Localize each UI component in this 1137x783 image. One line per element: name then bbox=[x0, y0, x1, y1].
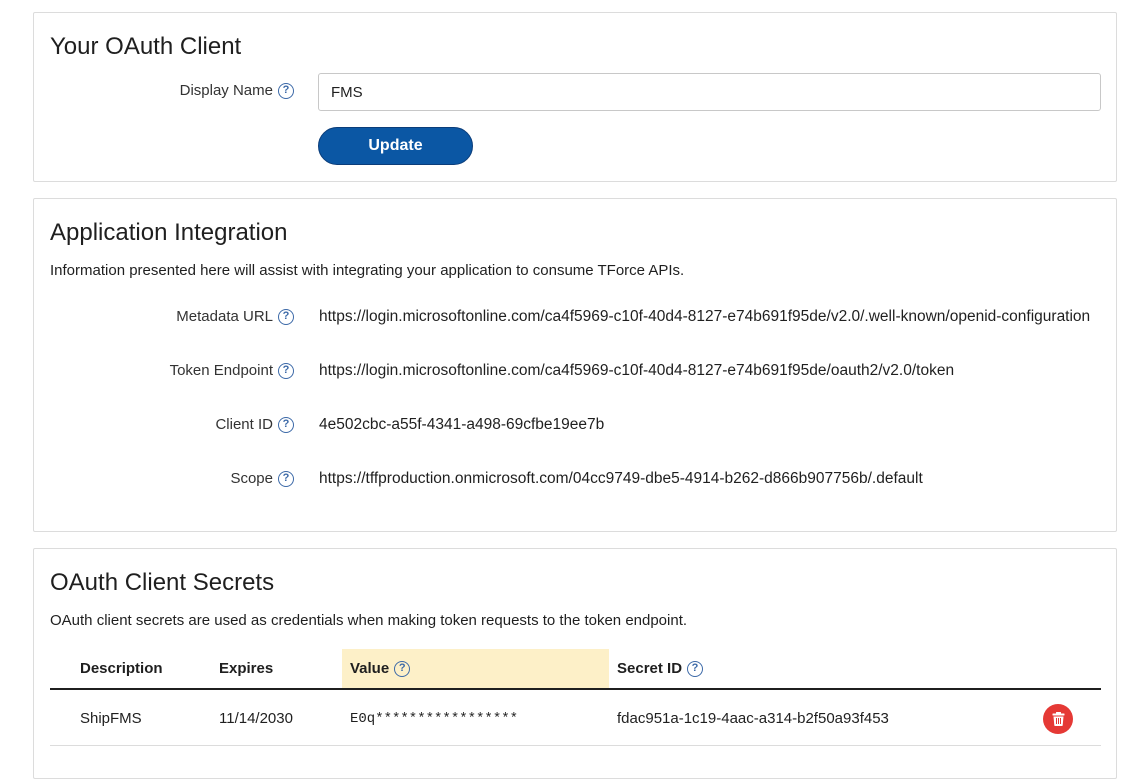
secret-id-cell: fdac951a-1c19-4aac-a314-b2f50a93f453 bbox=[617, 710, 889, 727]
question-circle-icon[interactable]: ? bbox=[278, 470, 294, 487]
column-header-description: Description bbox=[80, 660, 163, 677]
question-circle-icon[interactable]: ? bbox=[687, 660, 704, 677]
secret-value-cell: E0q***************** bbox=[350, 710, 519, 727]
column-header-value-text: Value bbox=[350, 660, 390, 677]
integration-title: Application Integration bbox=[50, 219, 288, 246]
question-circle-icon[interactable]: ? bbox=[278, 308, 294, 325]
column-header-secret-id-text: Secret ID bbox=[617, 660, 683, 677]
question-circle-icon[interactable]: ? bbox=[278, 416, 294, 433]
integration-description: Information presented here will assist w… bbox=[50, 262, 685, 279]
scope-label: Scope ? bbox=[230, 470, 294, 487]
client-id-label: Client ID ? bbox=[215, 416, 294, 433]
secret-expires-cell: 11/14/2030 bbox=[219, 710, 293, 727]
question-circle-icon[interactable]: ? bbox=[278, 82, 294, 99]
secrets-title: OAuth Client Secrets bbox=[50, 569, 275, 596]
client-secrets-card: OAuth Client Secrets OAuth client secret… bbox=[33, 548, 1117, 779]
metadata-url-label-text: Metadata URL bbox=[176, 308, 273, 325]
token-endpoint-label-text: Token Endpoint bbox=[169, 362, 273, 379]
delete-secret-button[interactable] bbox=[1043, 704, 1073, 734]
scope-label-text: Scope bbox=[230, 470, 273, 487]
trash-icon bbox=[1052, 712, 1064, 726]
scope-value: https://tffproduction.onmicrosoft.com/04… bbox=[319, 470, 923, 487]
application-integration-card: Application Integration Information pres… bbox=[33, 198, 1117, 532]
column-header-value: Value ? bbox=[342, 649, 609, 688]
metadata-url-value: https://login.microsoftonline.com/ca4f59… bbox=[319, 308, 1091, 325]
client-id-label-text: Client ID bbox=[215, 416, 273, 433]
oauth-client-title: Your OAuth Client bbox=[50, 33, 242, 60]
display-name-label-text: Display Name bbox=[179, 82, 273, 99]
display-name-label: Display Name ? bbox=[180, 82, 294, 99]
token-endpoint-value: https://login.microsoftonline.com/ca4f59… bbox=[319, 362, 955, 379]
oauth-client-card: Your OAuth Client Display Name ? Update bbox=[33, 12, 1117, 182]
question-circle-icon[interactable]: ? bbox=[394, 660, 411, 677]
client-id-value: 4e502cbc-a55f-4341-a498-69cfbe19ee7b bbox=[319, 416, 605, 433]
table-row: ShipFMS 11/14/2030 E0q***************** … bbox=[50, 692, 1101, 746]
column-header-secret-id: Secret ID ? bbox=[617, 649, 704, 688]
token-endpoint-label: Token Endpoint ? bbox=[170, 362, 294, 379]
secret-description-cell: ShipFMS bbox=[80, 710, 142, 727]
secrets-table-header: Description Expires Value ? Secret ID ? bbox=[50, 649, 1101, 690]
update-button[interactable]: Update bbox=[318, 127, 473, 165]
column-header-expires: Expires bbox=[219, 660, 274, 677]
secrets-description: OAuth client secrets are used as credent… bbox=[50, 612, 688, 629]
metadata-url-label: Metadata URL ? bbox=[176, 308, 294, 325]
display-name-input[interactable] bbox=[318, 73, 1101, 111]
question-circle-icon[interactable]: ? bbox=[278, 362, 294, 379]
